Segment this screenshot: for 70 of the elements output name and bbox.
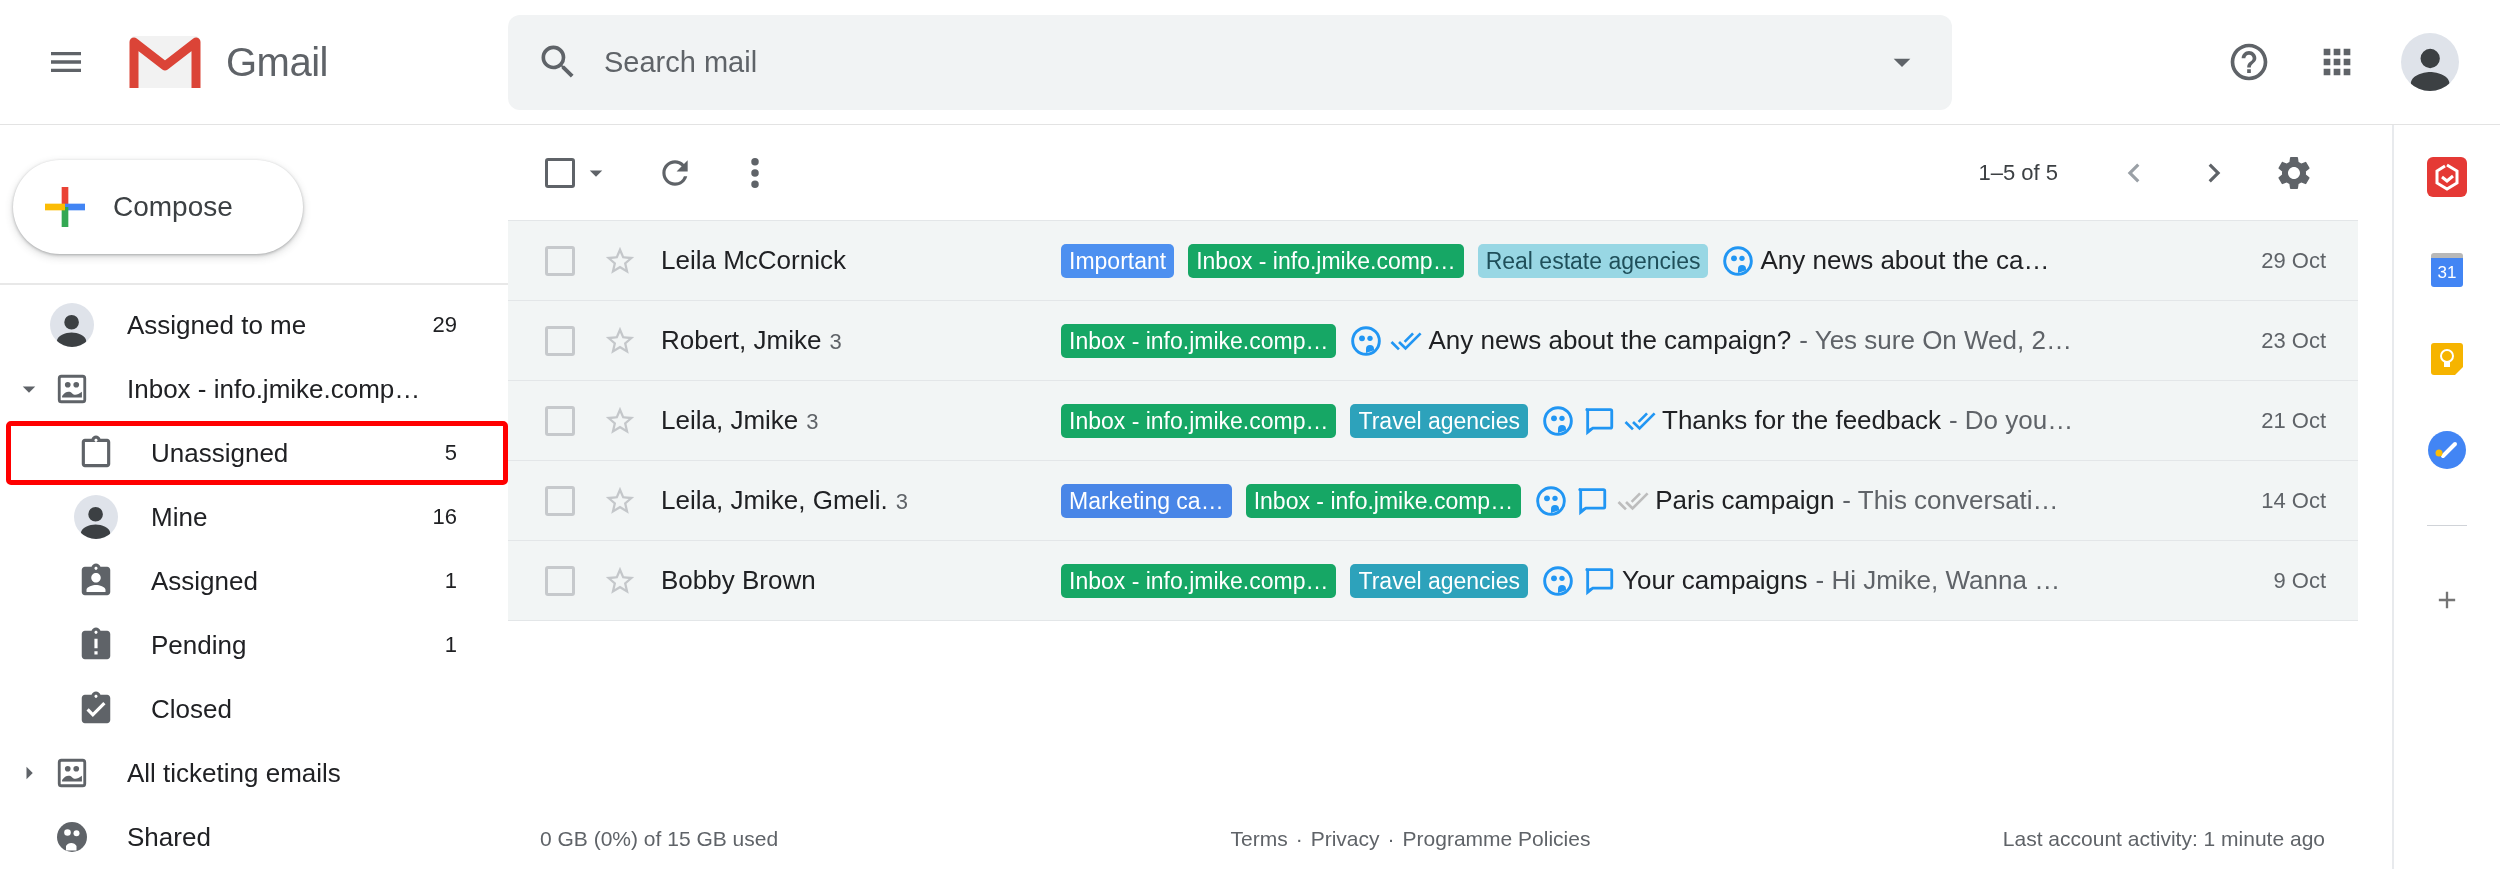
email-row[interactable]: Bobby Brown Inbox - info.jmike.comp… Travel agencies Your campaigns - Hi Jmike, Wanna … 9 Oct bbox=[508, 541, 2358, 621]
group-icon bbox=[1350, 324, 1383, 357]
nav-item[interactable]: Closed bbox=[6, 677, 508, 741]
sender-name: Robert, Jmike 3 bbox=[661, 325, 843, 356]
thread-count: 3 bbox=[829, 329, 842, 354]
nav-item[interactable]: Mine 16 bbox=[6, 485, 508, 549]
row-checkbox[interactable] bbox=[545, 565, 575, 596]
row-checkbox[interactable] bbox=[545, 325, 575, 356]
thread-count: 3 bbox=[806, 409, 819, 434]
email-snippet: - This conversati… bbox=[1842, 485, 2059, 516]
label-tag[interactable]: Marketing ca… bbox=[1061, 483, 1232, 518]
contact-card-icon bbox=[55, 372, 89, 406]
email-date: 23 Oct bbox=[2261, 327, 2326, 354]
sender-name: Leila McCornick bbox=[661, 245, 847, 276]
search-bar[interactable]: Search mail bbox=[508, 14, 1952, 110]
row-checkbox[interactable] bbox=[545, 405, 575, 436]
app-name: Gmail bbox=[226, 39, 328, 85]
email-snippet: - Yes sure On Wed, 2… bbox=[1799, 325, 2072, 356]
checkmark-circle-icon[interactable] bbox=[2428, 431, 2466, 469]
email-date: 21 Oct bbox=[2261, 407, 2326, 434]
sender-name: Leila, Jmike, Gmeli. 3 bbox=[661, 485, 910, 516]
email-subject: Paris campaign bbox=[1655, 485, 1835, 516]
email-date: 29 Oct bbox=[2261, 247, 2326, 274]
nav-item[interactable]: Shared bbox=[6, 805, 508, 869]
footer-link[interactable]: Terms bbox=[1230, 827, 1288, 851]
compose-button[interactable]: Compose bbox=[13, 160, 303, 254]
email-row[interactable]: Leila McCornick Important Inbox - info.jmike.comp… Real estate agencies Any news about the ca… 29 Oct bbox=[508, 221, 2358, 301]
group-icon bbox=[1542, 564, 1574, 597]
more-vertical-icon bbox=[751, 157, 759, 188]
row-checkbox[interactable] bbox=[545, 245, 575, 276]
calendar-icon[interactable]: 31 bbox=[2431, 253, 2463, 287]
nav-item[interactable]: Unassigned 5 bbox=[6, 421, 508, 485]
nav-item[interactable]: Assigned to me 29 bbox=[6, 293, 508, 357]
email-snippet: - Hi Jmike, Wanna … bbox=[1815, 565, 2061, 596]
storage-usage: 0 GB (0%) of 15 GB used bbox=[540, 827, 779, 851]
email-subject: Any news about the campaign? bbox=[1428, 325, 1792, 356]
email-subject: Thanks for the feedback bbox=[1662, 405, 1941, 436]
page-range: 1–5 of 5 bbox=[1978, 159, 2058, 186]
separator-dot: · bbox=[1387, 827, 1395, 851]
email-date: 9 Oct bbox=[2273, 567, 2326, 594]
thread-count: 3 bbox=[895, 489, 909, 514]
search-field[interactable]: Search mail bbox=[602, 44, 1882, 80]
email-date: 14 Oct bbox=[2261, 487, 2326, 514]
hexagon-logo-icon[interactable] bbox=[2427, 157, 2467, 197]
label-tag[interactable]: Real estate agencies bbox=[1477, 243, 1709, 278]
group-icon bbox=[1542, 404, 1574, 437]
nav-item[interactable]: Assigned 1 bbox=[6, 549, 508, 613]
plus-icon bbox=[45, 187, 85, 227]
group-icon bbox=[54, 819, 90, 855]
account-activity: Last account activity: 1 minute ago bbox=[2002, 827, 2325, 851]
email-snippet: - Do you… bbox=[1948, 405, 2074, 436]
select-all-checkbox[interactable] bbox=[545, 157, 575, 188]
email-row[interactable]: Leila, Jmike 3 Inbox - info.jmike.comp… Travel agencies Thanks for the feedback - Do you… 21 Oct bbox=[508, 381, 2358, 461]
group-icon bbox=[1535, 484, 1568, 517]
contact-card-icon bbox=[55, 756, 89, 790]
footer-link[interactable]: Privacy bbox=[1310, 827, 1380, 851]
nav-item[interactable]: Pending 1 bbox=[6, 613, 508, 677]
email-row[interactable]: Robert, Jmike 3 Inbox - info.jmike.comp… Any news about the campaign? - Yes sure On Wed, 2… 23 Oct bbox=[508, 301, 2358, 381]
nav-item[interactable]: All ticketing emails bbox=[6, 741, 508, 805]
separator-dot: · bbox=[1295, 827, 1303, 851]
nav-item[interactable]: Inbox - info.jmike.comp… bbox=[6, 357, 508, 421]
sender-name: Leila, Jmike 3 bbox=[661, 405, 820, 436]
email-subject: Any news about the ca… bbox=[1760, 245, 2050, 276]
row-checkbox[interactable] bbox=[545, 485, 575, 516]
sender-name: Bobby Brown bbox=[661, 565, 817, 596]
footer-link[interactable]: Programme Policies bbox=[1402, 827, 1591, 851]
email-subject: Your campaigns bbox=[1622, 565, 1808, 596]
envelope-logo-icon bbox=[128, 34, 202, 90]
group-icon bbox=[1722, 244, 1755, 277]
email-row[interactable]: Leila, Jmike, Gmeli. 3 Marketing ca… Inbox - info.jmike.comp… Paris campaign - This conversati… 14 Oct bbox=[508, 461, 2358, 541]
